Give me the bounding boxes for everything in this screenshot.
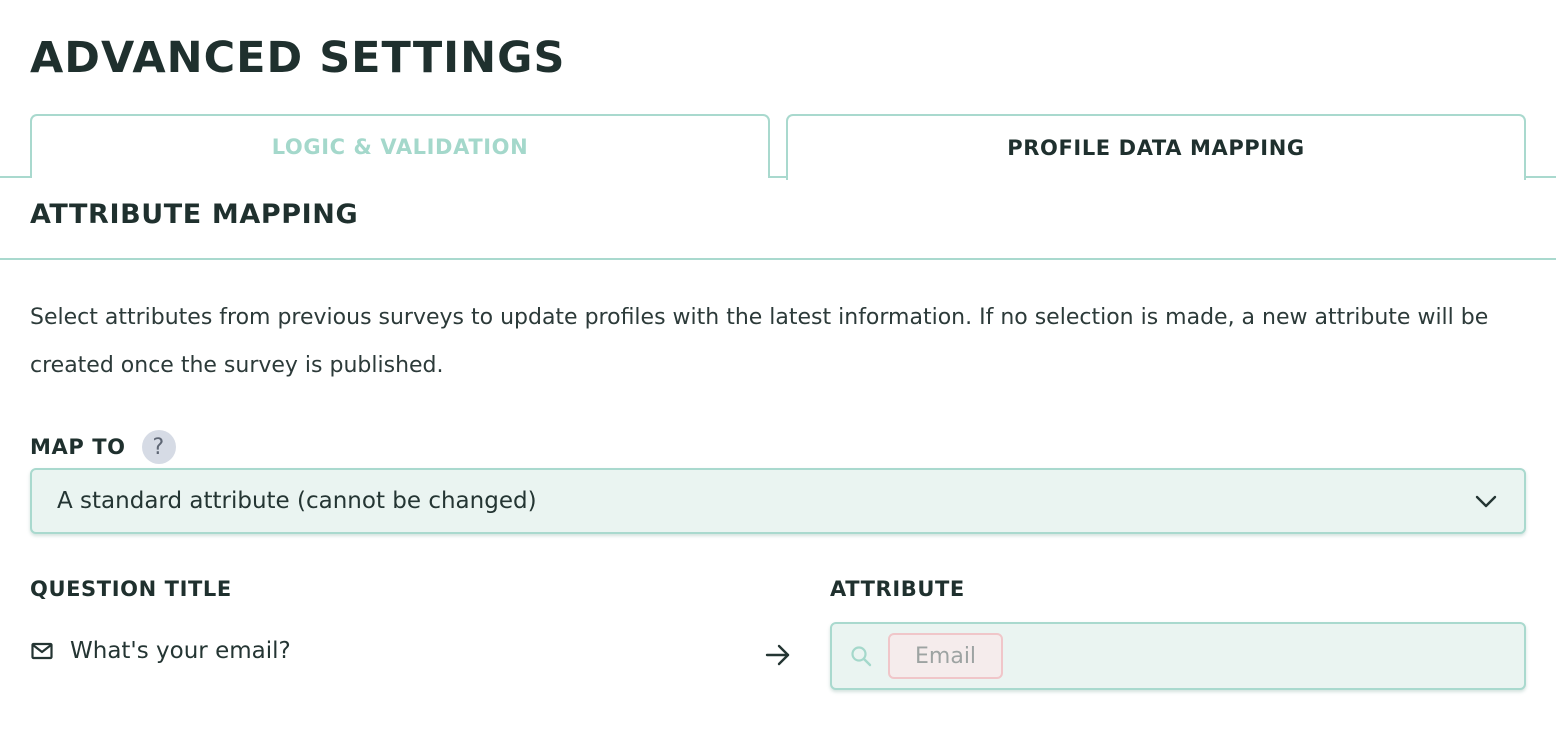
chevron-down-icon bbox=[1474, 489, 1498, 513]
section-divider bbox=[0, 258, 1556, 260]
attribute-chip[interactable]: Email bbox=[888, 633, 1004, 679]
page-title: ADVANCED SETTINGS bbox=[30, 33, 566, 83]
question-text: What's your email? bbox=[70, 638, 291, 664]
question-title-column-label: QUESTION TITLE bbox=[30, 577, 232, 601]
attribute-column-label: ATTRIBUTE bbox=[830, 577, 965, 601]
map-to-label-row: MAP TO ? bbox=[30, 430, 176, 464]
help-icon[interactable]: ? bbox=[141, 430, 176, 464]
map-to-label: MAP TO bbox=[30, 435, 126, 459]
search-icon bbox=[850, 645, 872, 667]
map-to-selected-value: A standard attribute (cannot be changed) bbox=[57, 488, 537, 514]
tab-logic-validation[interactable]: LOGIC & VALIDATION bbox=[30, 114, 770, 178]
tab-label: LOGIC & VALIDATION bbox=[271, 135, 529, 159]
section-description: Select attributes from previous surveys … bbox=[30, 305, 1489, 378]
question-row: What's your email? bbox=[30, 638, 291, 664]
map-to-select[interactable]: A standard attribute (cannot be changed) bbox=[30, 468, 1526, 534]
arrow-right-icon bbox=[764, 641, 792, 669]
tab-label: PROFILE DATA MAPPING bbox=[1007, 136, 1305, 160]
section-title: ATTRIBUTE MAPPING bbox=[30, 199, 359, 230]
mail-icon bbox=[30, 639, 54, 663]
attribute-search-input[interactable]: Email bbox=[830, 622, 1526, 690]
tab-profile-data-mapping[interactable]: PROFILE DATA MAPPING bbox=[786, 114, 1526, 180]
